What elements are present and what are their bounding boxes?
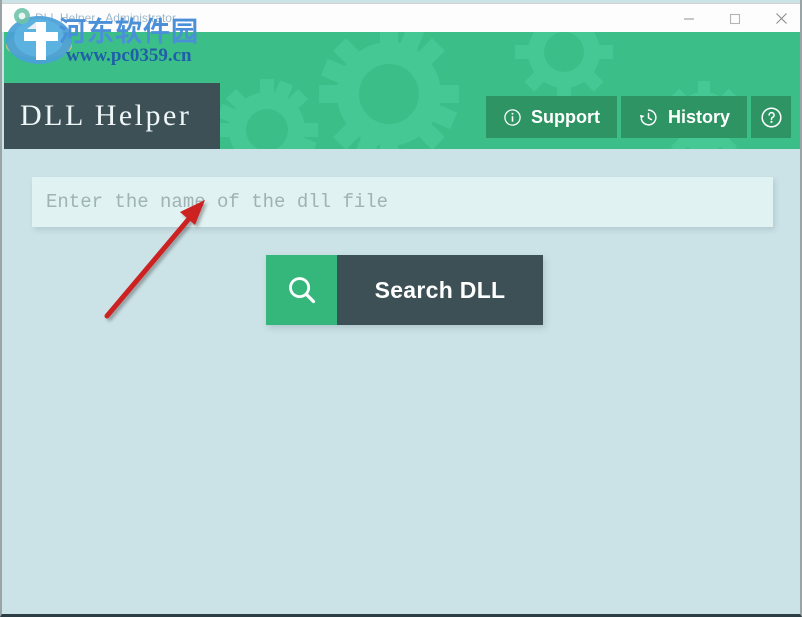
window-controls [666, 4, 800, 33]
window-title: DLL Helper - Administrator [35, 11, 176, 25]
search-dll-button-label: Search DLL [374, 276, 506, 303]
history-button-label: History [667, 106, 730, 127]
app-header: DLL Helper Support History [4, 32, 800, 149]
history-clock-icon [638, 107, 659, 128]
help-button[interactable] [751, 96, 791, 138]
magnifier-icon [266, 255, 337, 325]
gear-icon [12, 10, 29, 27]
main-content: Search DLL [4, 149, 800, 614]
title-bar: DLL Helper - Administrator [2, 3, 800, 33]
app-logo: DLL Helper [4, 83, 220, 149]
support-button[interactable]: Support [485, 96, 617, 138]
question-circle-icon [760, 106, 783, 129]
minimize-button[interactable] [666, 4, 712, 33]
history-button[interactable]: History [620, 96, 747, 138]
dll-search-input[interactable] [32, 177, 773, 227]
header-actions: Support History [485, 96, 791, 138]
app-window: ........ .... ... ...... ...... DLL Help… [0, 0, 802, 617]
support-button-label: Support [530, 106, 600, 127]
close-button[interactable] [758, 4, 800, 33]
maximize-button[interactable] [712, 4, 758, 33]
info-circle-icon [503, 108, 522, 127]
search-dll-button[interactable]: Search DLL [266, 255, 543, 325]
app-logo-text: DLL Helper [20, 99, 192, 132]
